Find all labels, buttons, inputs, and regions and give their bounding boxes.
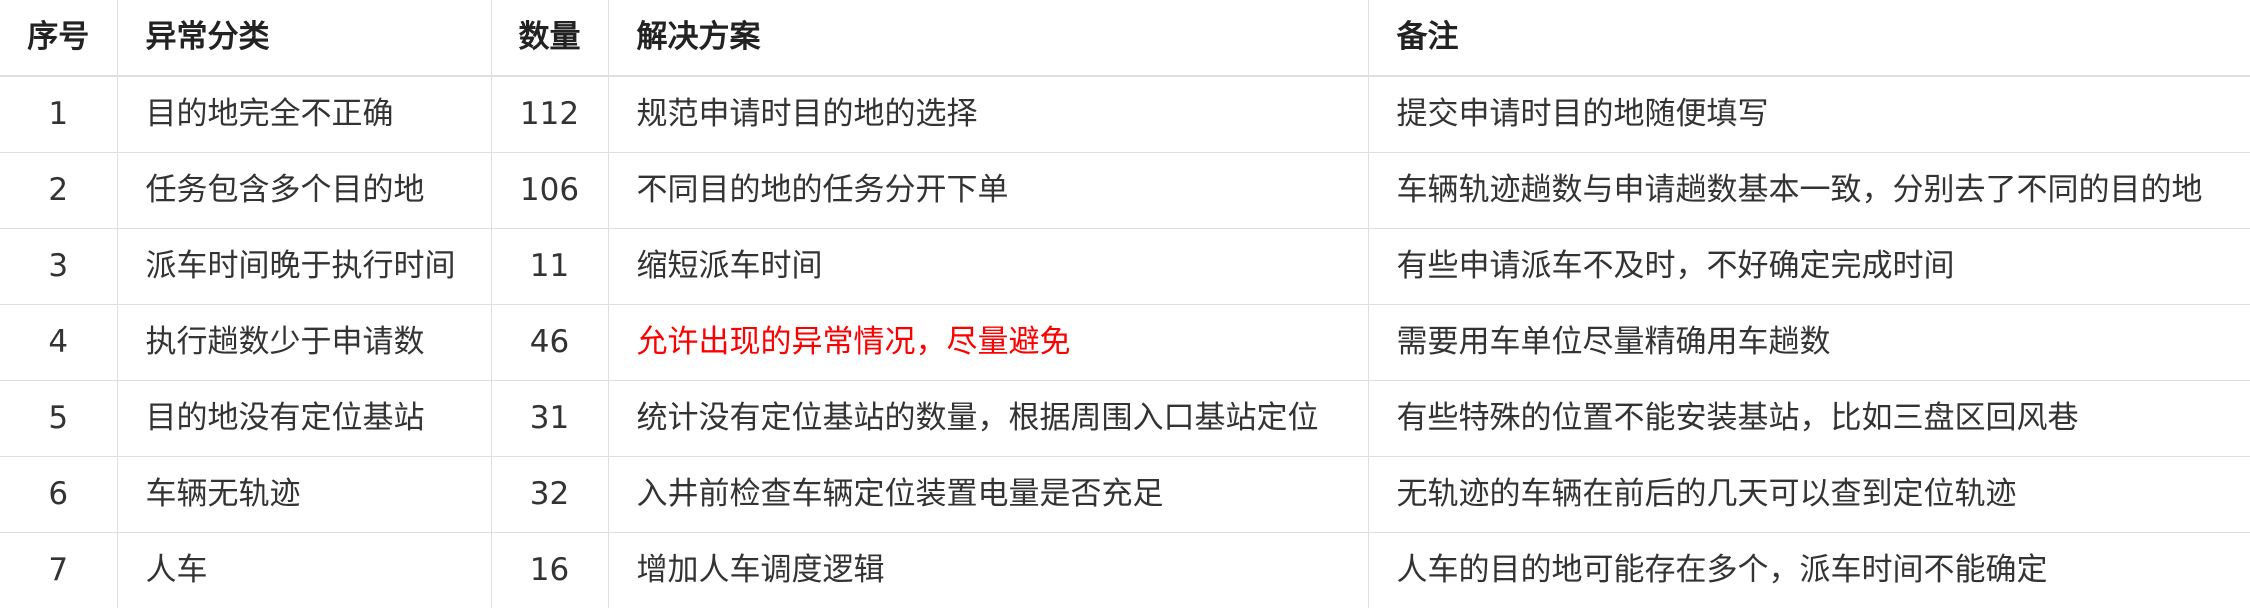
cell-note: 提交申请时目的地随便填写	[1368, 76, 2250, 153]
cell-index: 2	[0, 153, 117, 229]
table-header-row: 序号 异常分类 数量 解决方案 备注	[0, 0, 2250, 76]
cell-index: 3	[0, 229, 117, 305]
cell-count: 106	[491, 153, 608, 229]
cell-solution: 增加人车调度逻辑	[608, 533, 1368, 608]
cell-solution: 统计没有定位基站的数量，根据周围入口基站定位	[608, 381, 1368, 457]
header-index: 序号	[0, 0, 117, 76]
table-row: 5 目的地没有定位基站 31 统计没有定位基站的数量，根据周围入口基站定位 有些…	[0, 381, 2250, 457]
cell-note: 车辆轨迹趟数与申请趟数基本一致，分别去了不同的目的地	[1368, 153, 2250, 229]
cell-category: 任务包含多个目的地	[117, 153, 491, 229]
cell-index: 1	[0, 76, 117, 153]
cell-category: 目的地没有定位基站	[117, 381, 491, 457]
cell-index: 7	[0, 533, 117, 608]
cell-count: 32	[491, 457, 608, 533]
cell-index: 5	[0, 381, 117, 457]
cell-solution: 入井前检查车辆定位装置电量是否充足	[608, 457, 1368, 533]
cell-category: 人车	[117, 533, 491, 608]
cell-note: 无轨迹的车辆在前后的几天可以查到定位轨迹	[1368, 457, 2250, 533]
table-row: 2 任务包含多个目的地 106 不同目的地的任务分开下单 车辆轨迹趟数与申请趟数…	[0, 153, 2250, 229]
cell-solution-highlighted: 允许出现的异常情况，尽量避免	[608, 305, 1368, 381]
cell-note: 有些申请派车不及时，不好确定完成时间	[1368, 229, 2250, 305]
cell-solution: 规范申请时目的地的选择	[608, 76, 1368, 153]
header-note: 备注	[1368, 0, 2250, 76]
table-row: 6 车辆无轨迹 32 入井前检查车辆定位装置电量是否充足 无轨迹的车辆在前后的几…	[0, 457, 2250, 533]
cell-index: 4	[0, 305, 117, 381]
table-row: 1 目的地完全不正确 112 规范申请时目的地的选择 提交申请时目的地随便填写	[0, 76, 2250, 153]
table-row: 7 人车 16 增加人车调度逻辑 人车的目的地可能存在多个，派车时间不能确定	[0, 533, 2250, 608]
header-category: 异常分类	[117, 0, 491, 76]
anomaly-table: 序号 异常分类 数量 解决方案 备注 1 目的地完全不正确 112 规范申请时目…	[0, 0, 2250, 608]
cell-count: 112	[491, 76, 608, 153]
cell-count: 16	[491, 533, 608, 608]
cell-note: 有些特殊的位置不能安装基站，比如三盘区回风巷	[1368, 381, 2250, 457]
cell-count: 31	[491, 381, 608, 457]
cell-solution: 不同目的地的任务分开下单	[608, 153, 1368, 229]
cell-category: 执行趟数少于申请数	[117, 305, 491, 381]
cell-category: 车辆无轨迹	[117, 457, 491, 533]
cell-solution: 缩短派车时间	[608, 229, 1368, 305]
cell-count: 46	[491, 305, 608, 381]
cell-category: 派车时间晚于执行时间	[117, 229, 491, 305]
cell-category: 目的地完全不正确	[117, 76, 491, 153]
cell-note: 人车的目的地可能存在多个，派车时间不能确定	[1368, 533, 2250, 608]
header-solution: 解决方案	[608, 0, 1368, 76]
cell-count: 11	[491, 229, 608, 305]
table-row: 3 派车时间晚于执行时间 11 缩短派车时间 有些申请派车不及时，不好确定完成时…	[0, 229, 2250, 305]
table-row: 4 执行趟数少于申请数 46 允许出现的异常情况，尽量避免 需要用车单位尽量精确…	[0, 305, 2250, 381]
header-count: 数量	[491, 0, 608, 76]
cell-note: 需要用车单位尽量精确用车趟数	[1368, 305, 2250, 381]
cell-index: 6	[0, 457, 117, 533]
